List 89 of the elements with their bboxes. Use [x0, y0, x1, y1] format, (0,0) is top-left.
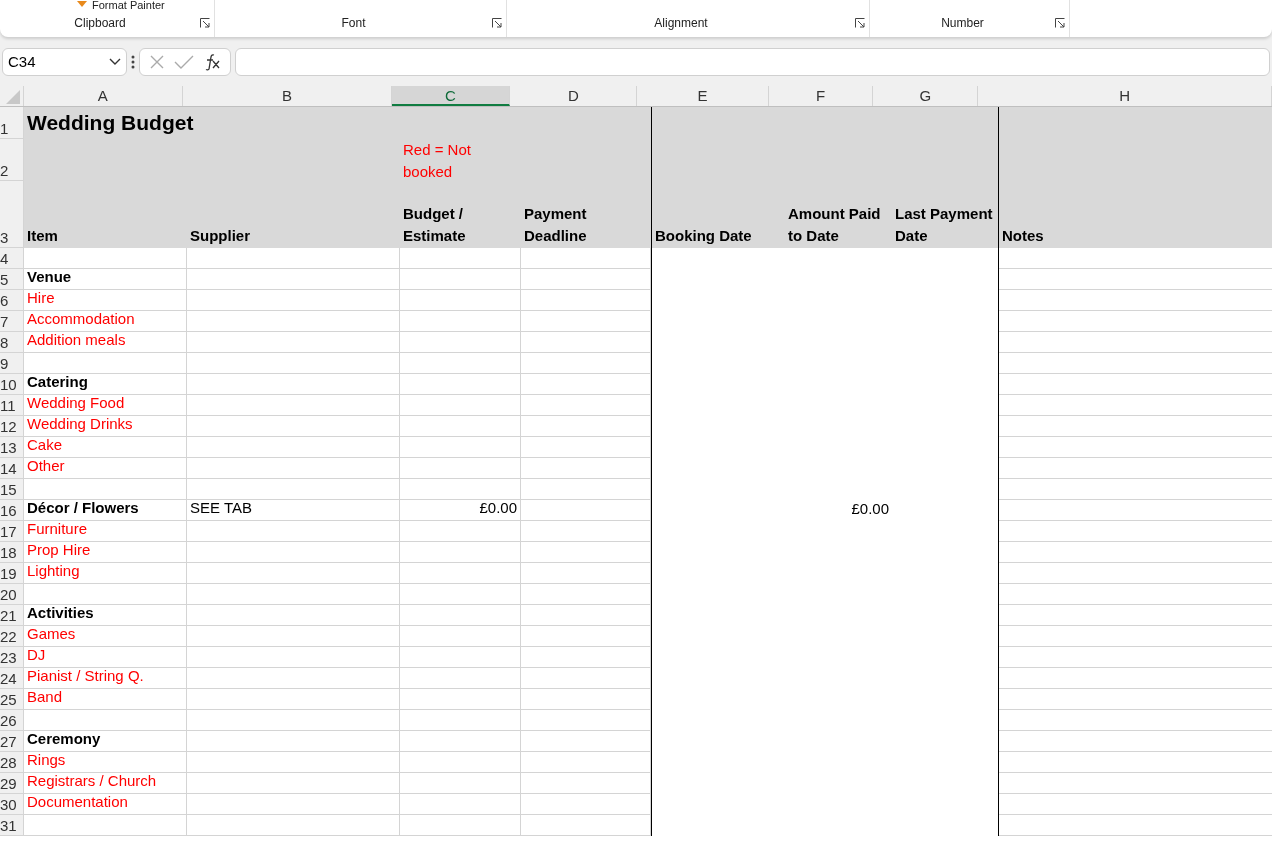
- row-header[interactable]: 3: [0, 181, 24, 248]
- column-heading: Booking Date: [651, 181, 785, 248]
- row-header[interactable]: 28: [0, 752, 24, 773]
- column-header[interactable]: C: [391, 86, 511, 106]
- column-header[interactable]: E: [637, 86, 769, 106]
- table-cell: Catering: [24, 374, 187, 395]
- table-cell: Hire: [24, 290, 187, 311]
- table-cell: Furniture: [24, 521, 187, 542]
- dialog-launcher-icon[interactable]: [200, 18, 210, 28]
- column-heading: Notes: [1001, 226, 1045, 246]
- row-header[interactable]: 14: [0, 458, 24, 479]
- row-header[interactable]: 31: [0, 815, 24, 836]
- row-header[interactable]: 20: [0, 584, 24, 605]
- row-header[interactable]: 6: [0, 290, 24, 311]
- table-cell-text: Red = Not booked: [402, 140, 472, 181]
- row-header[interactable]: 7: [0, 311, 24, 332]
- row-header[interactable]: 8: [0, 332, 24, 353]
- table-cell: Band: [24, 689, 187, 710]
- row-header[interactable]: 16: [0, 500, 24, 521]
- table-cell: Other: [24, 458, 187, 479]
- table-cell: Documentation: [24, 794, 187, 815]
- group-label: Clipboard: [73, 15, 127, 32]
- table-cell: Wedding Food: [24, 395, 187, 416]
- table-cell: Venue: [24, 269, 187, 290]
- row-header[interactable]: 26: [0, 710, 24, 731]
- row-header[interactable]: 1: [0, 107, 24, 139]
- row-header[interactable]: 19: [0, 563, 24, 584]
- name-box[interactable]: C34: [2, 48, 127, 76]
- column-heading: Budget / Estimate: [402, 204, 467, 246]
- sheet-title: Wedding Budget: [26, 109, 195, 136]
- column-heading: Amount Paid to Date: [787, 204, 882, 246]
- row-header[interactable]: 15: [0, 479, 24, 500]
- column-heading: Payment Deadline: [523, 204, 588, 246]
- table-cell: Activities: [24, 605, 187, 626]
- table-cell: Ceremony: [24, 731, 187, 752]
- table-cell: Lighting: [24, 563, 187, 584]
- table-cell: Pianist / String Q.: [24, 668, 187, 689]
- group-label: Alignment: [653, 15, 709, 32]
- row-header[interactable]: 23: [0, 647, 24, 668]
- row-header[interactable]: 24: [0, 668, 24, 689]
- row-header[interactable]: 17: [0, 521, 24, 542]
- row-header[interactable]: 10: [0, 374, 24, 395]
- row-header[interactable]: 4: [0, 248, 24, 269]
- format-painter-button[interactable]: Format Painter: [92, 0, 165, 11]
- row-header[interactable]: 25: [0, 689, 24, 710]
- column-header[interactable]: F: [768, 86, 874, 106]
- group-label: Font: [340, 15, 367, 32]
- row-header[interactable]: 5: [0, 269, 24, 290]
- cell-reference: C34: [8, 51, 36, 72]
- column-heading: Supplier: [189, 226, 251, 246]
- table-cell: Cake: [24, 437, 187, 458]
- table-cell: SEE TAB: [187, 500, 400, 521]
- more-icon[interactable]: [131, 55, 135, 69]
- row-header[interactable]: 18: [0, 542, 24, 563]
- row-header[interactable]: 21: [0, 605, 24, 626]
- row-header[interactable]: 27: [0, 731, 24, 752]
- table-cell: Décor / Flowers: [24, 500, 187, 521]
- column-header[interactable]: G: [873, 86, 979, 106]
- function-icon[interactable]: [203, 53, 222, 71]
- row-header[interactable]: 11: [0, 395, 24, 416]
- table-cell: Addition meals: [24, 332, 187, 353]
- table-cell: £0.00: [400, 500, 521, 521]
- column-heading: Item: [26, 226, 59, 246]
- column-header[interactable]: A: [23, 86, 184, 106]
- row-header[interactable]: 13: [0, 437, 24, 458]
- table-cell: Games: [24, 626, 187, 647]
- dialog-launcher-icon[interactable]: [855, 18, 865, 28]
- row-header[interactable]: 12: [0, 416, 24, 437]
- column-header[interactable]: B: [183, 86, 392, 106]
- row-header[interactable]: 2: [0, 139, 24, 181]
- table-cell: Rings: [24, 752, 187, 773]
- row-header[interactable]: 30: [0, 794, 24, 815]
- column-header[interactable]: D: [510, 86, 638, 106]
- chevron-down-icon[interactable]: [109, 58, 121, 66]
- table-cell: DJ: [24, 647, 187, 668]
- table-cell-text: £0.00: [850, 500, 890, 519]
- dialog-launcher-icon[interactable]: [1055, 18, 1065, 28]
- row-header[interactable]: 22: [0, 626, 24, 647]
- row-header[interactable]: 29: [0, 773, 24, 794]
- dialog-launcher-icon[interactable]: [492, 18, 502, 28]
- checkmark-icon[interactable]: [174, 54, 194, 70]
- group-label: Number: [940, 15, 985, 32]
- table-cell: Prop Hire: [24, 542, 187, 563]
- table-cell: Registrars / Church: [24, 773, 187, 794]
- table-cell: Wedding Drinks: [24, 416, 187, 437]
- row-header[interactable]: 9: [0, 353, 24, 374]
- column-header[interactable]: H: [978, 86, 1272, 106]
- table-cell: Accommodation: [24, 311, 187, 332]
- column-heading: Last Payment Date: [892, 181, 999, 248]
